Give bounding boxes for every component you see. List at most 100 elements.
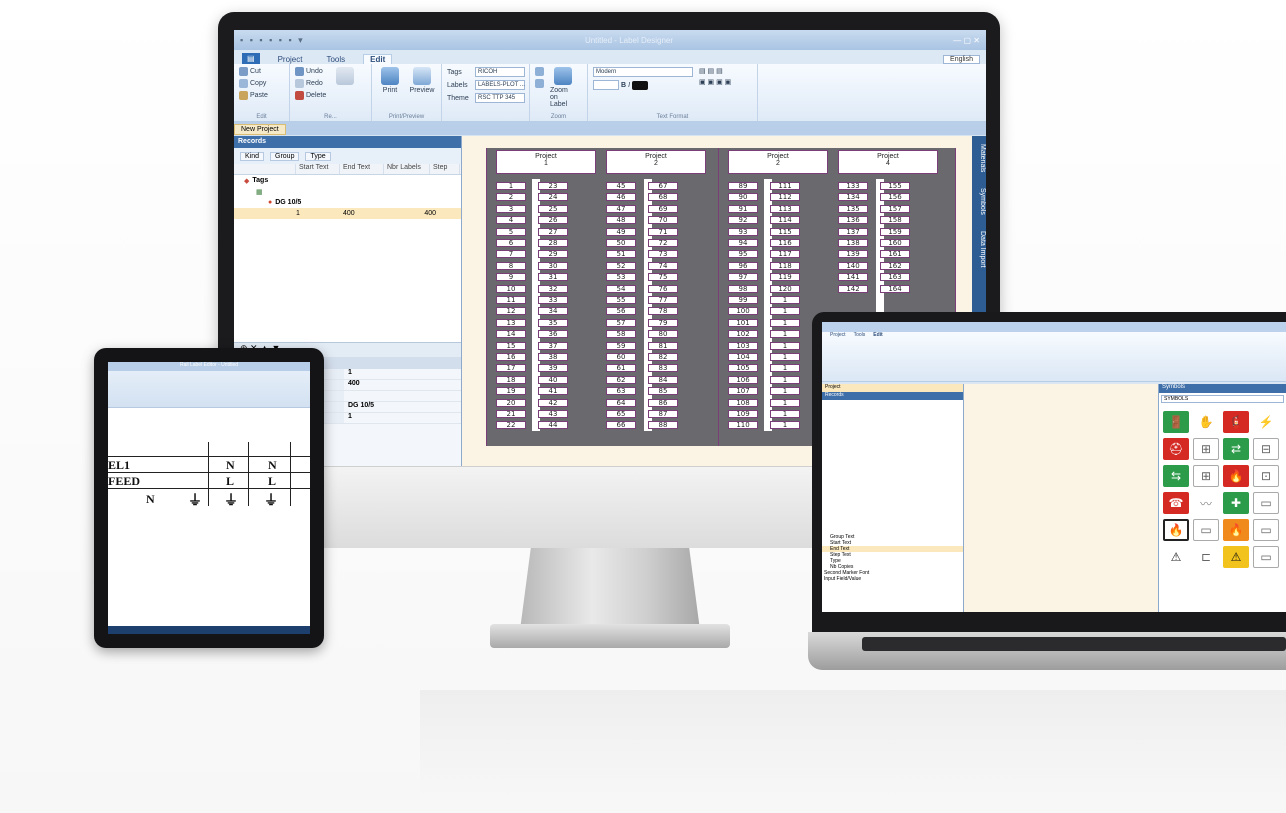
tree-node-group[interactable]: ▦ [234,186,461,197]
label-cell[interactable]: 48 [606,216,636,225]
label-cell[interactable]: 37 [538,341,568,350]
delete-button[interactable]: Delete [295,91,326,100]
label-cell[interactable]: 81 [648,341,678,350]
label-cell[interactable]: 133 [838,182,868,190]
hazard-triangle-icon[interactable]: ⚠ [1163,546,1189,568]
label-cell[interactable]: 26 [538,216,568,225]
tab-materials[interactable]: Materials [972,144,986,172]
col-step[interactable]: Step [430,164,460,174]
label-cell[interactable]: 63 [606,387,636,396]
label-cell[interactable]: 74 [648,261,678,270]
label-cell[interactable]: 93 [728,227,758,236]
label-cell[interactable]: 101 [728,318,758,327]
label-cell[interactable]: 141 [838,273,868,282]
label-cell[interactable]: 75 [648,273,678,282]
symbols-dropdown[interactable]: SYMBOLS [1161,395,1284,403]
label-cell[interactable]: 159 [880,227,910,236]
label-cell[interactable]: 1 [496,182,526,190]
label-cell[interactable]: 25 [538,204,568,213]
tab-data-import[interactable]: Data Import [972,231,986,268]
label-cell[interactable]: 32 [538,284,568,293]
label-cell[interactable]: 29 [538,250,568,259]
zoom-out-icon[interactable] [535,79,544,88]
label-cell[interactable]: 61 [606,364,636,373]
laptop-doc-tab[interactable]: Project [822,384,963,392]
label-cell[interactable]: 85 [648,387,678,396]
label-cell[interactable]: 90 [728,193,758,202]
label-cell[interactable]: 119 [770,273,800,282]
preview-button[interactable]: Preview [409,67,435,118]
label-cell[interactable]: 87 [648,410,678,418]
label-cell[interactable]: 1 [770,387,800,396]
label-cell[interactable]: 2 [496,193,526,202]
label-cell[interactable]: 156 [880,193,910,202]
label-cell[interactable]: 10 [496,284,526,293]
label-cell[interactable]: 64 [606,398,636,407]
label-cell[interactable]: 142 [838,284,868,293]
label-cell[interactable]: 118 [770,261,800,270]
label-cell[interactable]: 136 [838,216,868,225]
label-cell[interactable]: 12 [496,307,526,316]
label-header[interactable]: Project 1 [496,150,596,174]
zoom-in-icon[interactable] [535,67,544,76]
label-cell[interactable]: 1 [770,410,800,418]
label-n[interactable]: N [268,458,277,473]
label-cell[interactable]: 98 [728,284,758,293]
label-cell[interactable]: 1 [770,375,800,384]
label-cell[interactable]: 140 [838,261,868,270]
label-cell[interactable]: 42 [538,398,568,407]
label-cell[interactable]: 91 [728,204,758,213]
label-cell[interactable]: 107 [728,387,758,396]
label-cell[interactable]: 100 [728,307,758,316]
label-cell[interactable]: 72 [648,239,678,247]
label-cell[interactable]: 112 [770,193,800,202]
label-cell[interactable]: 80 [648,330,678,339]
label-cell[interactable]: 53 [606,273,636,282]
copy-button[interactable]: Copy [239,79,268,88]
tree-node-tags[interactable]: ◆ Tags [234,175,461,186]
label-cell[interactable]: 28 [538,239,568,247]
label-feed[interactable]: FEED [108,474,140,489]
group-filter-button[interactable]: Group [270,151,300,161]
cable-icon[interactable]: 〰 [1193,492,1219,514]
label-cell[interactable]: 50 [606,239,636,247]
label-cell[interactable]: 70 [648,216,678,225]
tab-project[interactable]: Project [830,332,846,338]
label-l[interactable]: L [268,474,276,489]
paste-button[interactable]: Paste [239,91,268,100]
window-controls[interactable]: — ▢ ✕ [953,36,980,45]
kind-filter-button[interactable]: Kind [240,151,265,161]
quick-access-toolbar[interactable]: ▪ ▪ ▪ ▪ ▪ ▪ ▾ [240,35,305,46]
label-cell[interactable]: 120 [770,284,800,293]
label-l[interactable]: L [226,474,234,489]
property-row[interactable]: Input Field/Value [822,576,963,582]
font-select[interactable]: Modern [593,67,693,77]
label-cell[interactable]: 36 [538,330,568,339]
label-cell[interactable]: 13 [496,318,526,327]
label-cell[interactable]: 15 [496,341,526,350]
label-cell[interactable]: 16 [496,353,526,361]
socket-icon[interactable]: ⊡ [1253,465,1279,487]
label-cell[interactable]: 45 [606,182,636,190]
label-cell[interactable]: 9 [496,273,526,282]
label-cell[interactable]: 83 [648,364,678,373]
label-cell[interactable]: 108 [728,398,758,407]
tab-edit[interactable]: Edit [363,54,393,64]
label-cell[interactable]: 19 [496,387,526,396]
label-cell[interactable]: 158 [880,216,910,225]
switch-icon[interactable]: ▭ [1253,492,1279,514]
label-cell[interactable]: 40 [538,375,568,384]
label-cell[interactable]: 71 [648,227,678,236]
language-select[interactable]: English [943,55,980,64]
terminal-icon[interactable]: ▭ [1253,546,1279,568]
label-cell[interactable]: 163 [880,273,910,282]
border-buttons[interactable]: ▣ ▣ ▣ ▣ [699,78,731,86]
label-cell[interactable]: 164 [880,284,910,293]
label-cell[interactable]: 1 [770,296,800,304]
document-tab[interactable]: New Project [234,124,286,135]
tab-tools[interactable]: Tools [320,55,351,64]
hand-wash-icon[interactable]: ✋ [1193,411,1219,433]
label-cell[interactable]: 116 [770,239,800,247]
label-cell[interactable]: 43 [538,410,568,418]
label-cell[interactable]: 34 [538,307,568,316]
